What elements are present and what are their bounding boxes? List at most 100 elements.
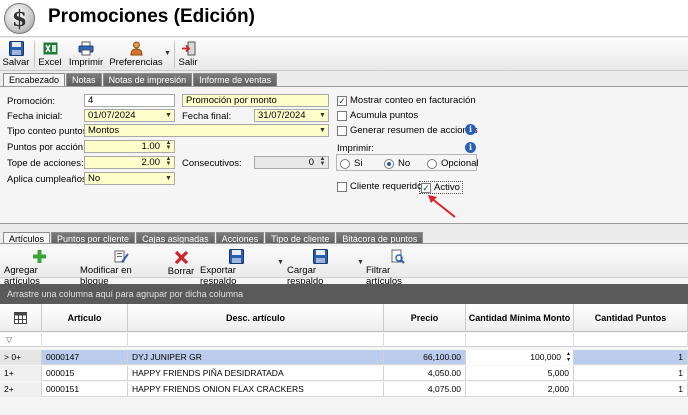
cell-puntos[interactable]: 1 (574, 350, 688, 365)
filter-cell-precio[interactable] (384, 333, 466, 347)
chevron-down-icon[interactable]: ▼ (317, 110, 328, 121)
cell-articulo[interactable]: 0000147 (42, 350, 128, 365)
spin-arrows-icon[interactable]: ▲ ▼ (318, 157, 327, 168)
aplica-cumple-label: Aplica cumpleaños: (7, 174, 90, 185)
filter-items-button[interactable]: Filtrar artículos (366, 249, 428, 287)
chevron-down-icon[interactable]: ▼ (163, 110, 174, 121)
cell-precio[interactable]: 4,050.00 (384, 366, 466, 381)
delete-button[interactable]: Borrar (167, 249, 195, 279)
tab-encabezado[interactable]: Encabezado (3, 73, 66, 87)
fecha-final-field[interactable]: 31/07/2024 ▼ (254, 109, 329, 122)
cell-puntos[interactable]: 1 (574, 366, 688, 381)
acumula-puntos-checkbox[interactable]: Acumula puntos (337, 110, 418, 121)
info-icon[interactable]: i (465, 142, 476, 153)
consecutivos-stepper[interactable]: 0 ▲ ▼ (254, 156, 329, 169)
filter-cell-desc[interactable] (128, 333, 384, 347)
mostrar-conteo-checkbox[interactable]: ✓ Mostrar conteo en facturación (337, 95, 476, 106)
cell-articulo[interactable]: 000015 (42, 366, 128, 381)
cell-desc[interactable]: HAPPY FRIENDS ONION FLAX CRACKERS (128, 382, 384, 397)
tope-acciones-stepper[interactable]: 2.00 ▲ ▼ (84, 156, 175, 169)
consecutivos-value: 0 (308, 157, 314, 168)
cliente-requerido-checkbox[interactable]: Cliente requerido (337, 181, 422, 192)
print-button[interactable]: Imprimir (66, 40, 106, 70)
filter-cell-puntos[interactable] (574, 333, 688, 347)
row-index: 2+ (0, 382, 42, 397)
cell-puntos[interactable]: 1 (574, 382, 688, 397)
cell-cantidad[interactable]: 2,000 (466, 382, 574, 397)
plus-icon (31, 249, 47, 264)
export-backup-button[interactable]: Exportar respaldo (200, 249, 272, 287)
tab-informe-ventas[interactable]: Informe de ventas (193, 73, 278, 87)
main-toolbar: Salvar Excel Imprimir Preferencias ▼ Sal… (0, 38, 688, 71)
table-row[interactable]: > 0+ 0000147 DYJ JUNIPER GR 66,100.00 10… (0, 350, 688, 365)
cell-precio[interactable]: 4,075.00 (384, 382, 466, 397)
group-by-bar[interactable]: Arrastre una columna aquí para agrupar p… (0, 284, 688, 304)
generar-resumen-label: Generar resumen de acciones (350, 125, 478, 136)
window-title: Promociones (Edición) (48, 6, 255, 27)
filter-cell-cantidad[interactable] (466, 333, 574, 347)
cell-desc[interactable]: DYJ JUNIPER GR (128, 350, 384, 365)
table-row[interactable]: 1+ 000015 HAPPY FRIENDS PIÑA DESIDRATADA… (0, 366, 688, 381)
load-backup-button[interactable]: Cargar respaldo (287, 249, 353, 287)
exit-label: Salir (178, 57, 198, 68)
column-header-cantidad-puntos[interactable]: Cantidad Puntos (574, 304, 688, 332)
preferences-dropdown-icon[interactable]: ▼ (164, 50, 171, 57)
checkbox-checked-icon: ✓ (337, 95, 347, 106)
column-chooser-icon[interactable] (0, 304, 42, 332)
preferences-button[interactable]: Preferencias (109, 40, 163, 70)
column-header-articulo[interactable]: Artículo (42, 304, 128, 332)
checkbox-empty-icon (337, 181, 347, 192)
excel-button[interactable]: Excel (38, 40, 62, 70)
filter-cell-articulo[interactable] (42, 333, 128, 347)
column-header-cantidad-minima[interactable]: Cantidad Mínima Monto (466, 304, 574, 332)
cell-cantidad[interactable]: 5,000 (466, 366, 574, 381)
radio-no[interactable]: No (384, 158, 410, 169)
table-row[interactable]: 2+ 0000151 HAPPY FRIENDS ONION FLAX CRAC… (0, 382, 688, 397)
tab-notas[interactable]: Notas (66, 73, 102, 87)
generar-resumen-checkbox[interactable]: Generar resumen de acciones (337, 125, 478, 136)
row-pointer-icon: > (4, 352, 9, 362)
fecha-inicial-value: 01/07/2024 (88, 110, 136, 121)
tab-notas-impresion[interactable]: Notas de impresión (102, 73, 193, 87)
exit-button[interactable]: Salir (178, 40, 198, 70)
printer-icon (78, 40, 94, 56)
radio-opcional[interactable]: Opcional (427, 158, 479, 169)
export-dropdown-icon[interactable]: ▼ (277, 259, 284, 266)
header-tabs: Encabezado Notas Notas de impresión Info… (3, 73, 278, 87)
promocion-description-field[interactable]: Promoción por monto (182, 94, 329, 107)
cell-articulo[interactable]: 0000151 (42, 382, 128, 397)
tipo-conteo-select[interactable]: Montos ▼ (84, 124, 329, 137)
puntos-accion-stepper[interactable]: 1.00 ▲ ▼ (84, 140, 175, 153)
load-dropdown-icon[interactable]: ▼ (357, 259, 364, 266)
tipo-conteo-value: Montos (88, 125, 120, 136)
column-header-desc-articulo[interactable]: Desc. artículo (128, 304, 384, 332)
aplica-cumple-select[interactable]: No ▼ (84, 172, 175, 185)
column-header-precio[interactable]: Precio (384, 304, 466, 332)
cell-cantidad-editor[interactable]: 100,000 ▲ ▼ (466, 350, 574, 365)
promocion-field[interactable]: 4 (84, 94, 175, 107)
radio-no-label: No (398, 158, 411, 169)
cell-desc[interactable]: HAPPY FRIENDS PIÑA DESIDRATADA (128, 366, 384, 381)
save-button[interactable]: Salvar (3, 40, 29, 70)
spin-arrows-icon[interactable]: ▲ ▼ (164, 141, 173, 152)
print-label: Imprimir (68, 57, 104, 68)
excel-icon (42, 40, 58, 56)
radio-si[interactable]: Si (340, 158, 362, 169)
imprimir-label: Imprimir: (337, 143, 374, 154)
chevron-down-icon[interactable]: ▼ (163, 173, 174, 184)
info-icon[interactable]: i (465, 124, 476, 135)
items-toolbar: Agregar artículos Modificar en bloque Bo… (0, 247, 688, 287)
filter-funnel-icon[interactable]: ▽ (0, 333, 42, 347)
cell-precio[interactable]: 66,100.00 (384, 350, 466, 365)
grid-header: Artículo Desc. artículo Precio Cantidad … (0, 304, 688, 332)
chevron-down-icon[interactable]: ▼ (317, 125, 328, 136)
spin-arrows-icon[interactable]: ▲ ▼ (164, 157, 173, 168)
bulk-edit-button[interactable]: Modificar en bloque (80, 249, 162, 287)
fecha-inicial-field[interactable]: 01/07/2024 ▼ (84, 109, 175, 122)
spin-arrows-icon[interactable]: ▲ ▼ (566, 351, 571, 363)
preferences-label: Preferencias (109, 57, 163, 68)
floppy-load-icon (312, 249, 328, 264)
add-items-button[interactable]: Agregar artículos (4, 249, 74, 287)
red-arrow-annotation-icon (428, 195, 456, 218)
floppy-disk-icon (8, 40, 24, 56)
